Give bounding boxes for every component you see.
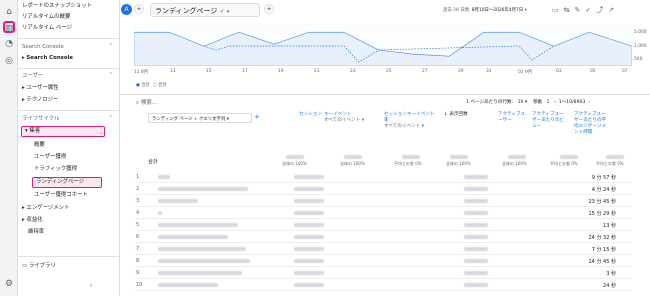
col-header-views-per-user[interactable]: アクティブユーザーあたりのビュー xyxy=(532,112,566,130)
report-badge-icon[interactable]: A xyxy=(121,4,132,15)
table-row[interactable]: 6 24 分 32 秒 xyxy=(134,231,632,243)
x-tick-label: 25 xyxy=(386,69,392,74)
search-icon: ⌕ xyxy=(136,100,140,106)
table-row[interactable]: 5 13 秒 xyxy=(134,219,632,231)
table-row[interactable]: 19 分 57 秒 xyxy=(134,171,632,183)
main-content: A + ランディングページ ✓ ▾ + 過去 28 日間 8月10日～2026年… xyxy=(120,0,650,296)
add-comparison-icon[interactable]: + xyxy=(134,4,144,14)
sidebar-item-snapshot[interactable]: レポートのスナップショット xyxy=(22,2,92,10)
total-label: 合計 xyxy=(148,159,159,165)
sidebar-item-library[interactable]: ▭ ライブラリ xyxy=(22,262,56,270)
report-toolbar: ▭⇆✎✓⤴↗ xyxy=(552,5,619,15)
x-tick-label: 02 9月 xyxy=(518,70,533,75)
x-tick-label: 13 xyxy=(170,69,176,74)
customize-icon[interactable]: ✎ xyxy=(575,6,586,14)
x-tick-label: 15 xyxy=(206,69,212,74)
x-tick-label: 11 8月 xyxy=(134,70,149,75)
y-tick-label: 500 xyxy=(634,57,643,62)
report-sidebar: レポートのスナップショット リアルタイムの概要 リアルタイム ページ Searc… xyxy=(18,0,120,296)
nav-rail: ⌂ ▥ ◔ ◎ ⚙ xyxy=(0,0,18,296)
explore-icon[interactable]: ◔ xyxy=(3,38,15,50)
page-title: ランディングページ xyxy=(155,7,218,15)
col-header-keyevent-rate[interactable]: セッションキーイベント率 すべてのイベント ▾ xyxy=(384,112,436,130)
goto-input[interactable]: 1 xyxy=(547,100,550,105)
section-search-console: Search Console xyxy=(22,44,64,50)
x-tick-label: 31 xyxy=(486,69,492,74)
x-tick-label: 21 xyxy=(314,69,320,74)
x-tick-label: 07 xyxy=(622,69,628,74)
sidebar-item-realtime-pages[interactable]: リアルタイム ページ xyxy=(22,24,72,32)
section-user: ユーザー xyxy=(22,73,44,79)
table-search[interactable]: ⌕ 検索... xyxy=(136,98,157,107)
sidebar-item-landing-page[interactable]: ランディングページ xyxy=(32,177,102,188)
pagination-bar: 1 ページあたりの行数: 10 ▾ 移動 1 ‹ 1～10/8903 › xyxy=(466,100,591,105)
sidebar-item-technology[interactable]: ▸ テクノロジー xyxy=(22,96,58,104)
check-icon: ✓ xyxy=(219,8,225,15)
x-tick-label: 23 xyxy=(350,69,356,74)
next-page-icon[interactable]: › xyxy=(588,100,590,105)
table-row[interactable]: 4 15 分 29 秒 xyxy=(134,207,632,219)
col-header-views[interactable]: ↓ 表示回数 xyxy=(444,112,480,118)
x-tick-label: 03 xyxy=(556,69,562,74)
settings-icon[interactable]: ⚙ xyxy=(3,278,15,290)
sidebar-item-traffic-acquisition[interactable]: トラフィック獲得 xyxy=(34,165,77,173)
prev-page-icon[interactable]: ‹ xyxy=(554,100,556,105)
x-tick-label: 17 xyxy=(242,69,248,74)
date-range[interactable]: 過去 28 日間 8月10日～2026年4月7日 ▾ xyxy=(443,7,527,13)
trend-icon[interactable]: ↗ xyxy=(608,6,619,14)
table-row[interactable]: 77 分 15 秒 xyxy=(134,243,632,255)
chevron-up-icon[interactable]: ⌃ xyxy=(109,115,113,121)
chevron-down-icon: ▾ xyxy=(226,117,229,122)
chevron-down-icon: ▾ xyxy=(524,8,527,13)
sidebar-item-user-cohort[interactable]: ユーザー獲得コホート xyxy=(34,191,88,199)
chevron-up-icon[interactable]: ⌃ xyxy=(109,72,113,78)
table-row[interactable]: 93 秒 xyxy=(134,267,632,279)
table-row[interactable]: 24 分 24 秒 xyxy=(134,183,632,195)
y-tick-label: 1,000 xyxy=(634,44,647,49)
table-row[interactable]: 3 23 分 45 秒 xyxy=(134,195,632,207)
rows-per-page-select[interactable]: 10 ▾ xyxy=(518,100,528,105)
reports-icon[interactable]: ▥ xyxy=(3,21,15,34)
collapse-sidebar-icon[interactable]: ‹ xyxy=(90,282,92,290)
chevron-up-icon[interactable]: ⌃ xyxy=(109,43,113,49)
y-tick-label: 5,000 xyxy=(634,30,647,35)
col-header-keyevents[interactable]: キーイベント すべてのイベント ▾ xyxy=(324,112,376,124)
sidebar-item-user-attributes[interactable]: ▸ ユーザー属性 xyxy=(22,84,59,92)
table-row[interactable]: 10 24 秒 xyxy=(134,279,632,291)
sidebar-item-acquisition[interactable]: ▾ 集客 xyxy=(21,126,105,137)
chart-legend: ● 合計 ○ 合計 xyxy=(136,83,167,88)
series-total-area xyxy=(134,24,632,56)
add-report-icon[interactable]: + xyxy=(264,4,274,14)
advertising-icon[interactable]: ◎ xyxy=(3,55,15,67)
sidebar-item-retention[interactable]: 維持率 xyxy=(28,228,44,236)
chevron-down-icon[interactable]: ▾ xyxy=(227,9,230,15)
total-row: 全体の 100% 全体の 100% 平均との差 0% 全体の 100% 全体の … xyxy=(270,155,640,169)
compare-icon[interactable]: ⇆ xyxy=(564,6,575,14)
sidebar-item-search-console[interactable]: ▸ Search Console xyxy=(22,54,73,62)
sidebar-item-user-acquisition[interactable]: ユーザー獲得 xyxy=(34,153,66,161)
x-tick-label: 19 xyxy=(278,69,284,74)
x-tick-label: 27 xyxy=(422,69,428,74)
sidebar-item-monetization[interactable]: ▸ 収益化 xyxy=(22,216,43,224)
section-lifecycle: ライフサイクル xyxy=(22,116,60,122)
dimension-select[interactable]: ランディング ページ + クエリ文字列 ▾ xyxy=(148,113,252,123)
report-title-chip[interactable]: ランディングページ ✓ ▾ xyxy=(150,3,260,17)
table-row[interactable]: 8 14 分 45 秒 xyxy=(134,255,632,267)
x-tick-label: 05 xyxy=(590,69,596,74)
col-header-avg-engagement[interactable]: アクティブユーザーあたりの平均エンゲージメント時間 xyxy=(574,112,608,136)
sidebar-item-realtime-overview[interactable]: リアルタイムの概要 xyxy=(22,13,70,21)
insights-icon[interactable]: ✓ xyxy=(585,6,596,14)
folder-icon: ▭ xyxy=(22,263,28,269)
col-header-sessions[interactable]: セッション xyxy=(286,112,322,118)
report-header: A + ランディングページ ✓ ▾ + 過去 28 日間 8月10日～2026年… xyxy=(120,0,650,22)
home-icon[interactable]: ⌂ xyxy=(3,6,15,18)
col-header-active-users[interactable]: アクティブユーザー xyxy=(498,112,528,124)
sidebar-item-overview[interactable]: 概要 xyxy=(34,141,45,149)
share-icon[interactable]: ⤴ xyxy=(596,6,608,14)
sidebar-item-engagement[interactable]: ▸ エンゲージメント xyxy=(22,204,69,212)
report-icon[interactable]: ▭ xyxy=(552,6,564,14)
add-dimension-icon[interactable]: + xyxy=(254,113,260,121)
x-tick-label: 29 xyxy=(458,69,464,74)
line-chart xyxy=(134,24,632,63)
